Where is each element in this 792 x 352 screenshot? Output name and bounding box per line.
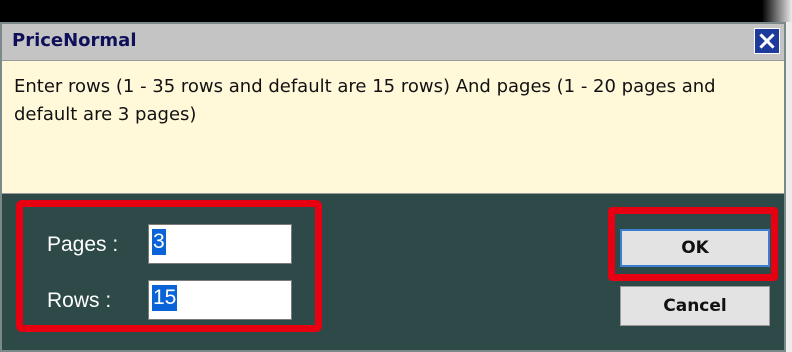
message-panel: Enter rows (1 - 35 rows and default are … — [2, 61, 784, 194]
instruction-text: Enter rows (1 - 35 rows and default are … — [14, 76, 716, 125]
pages-label: Pages : — [47, 233, 119, 256]
pages-input[interactable]: 3 — [148, 224, 292, 264]
cancel-button[interactable]: Cancel — [620, 286, 770, 326]
pages-input-value: 3 — [152, 229, 166, 255]
rows-input-value: 15 — [152, 285, 178, 311]
rows-label: Rows : — [47, 289, 112, 312]
background-window-edge — [0, 0, 792, 22]
dialog-titlebar[interactable]: PriceNormal — [2, 24, 784, 61]
ok-button[interactable]: OK — [620, 229, 770, 267]
pricenormal-dialog: PriceNormal Enter rows (1 - 35 rows and … — [0, 22, 786, 352]
close-icon — [759, 33, 775, 49]
dialog-title: PriceNormal — [12, 30, 137, 51]
rows-input[interactable]: 15 — [148, 280, 292, 320]
close-button[interactable] — [754, 28, 780, 54]
